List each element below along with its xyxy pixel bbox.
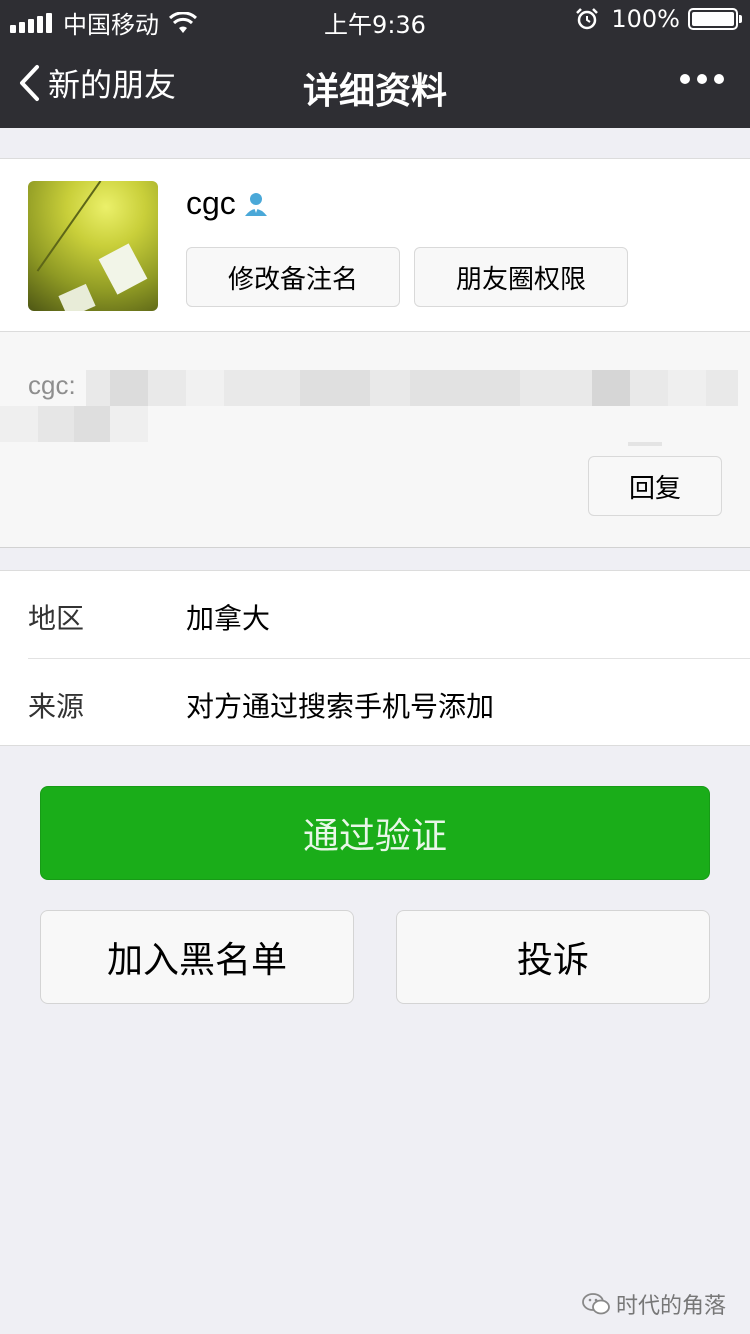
region-value: 加拿大 (186, 602, 271, 635)
info-list: 地区 加拿大 来源 对方通过搜索手机号添加 (0, 570, 750, 746)
info-row-source: 来源 对方通过搜索手机号添加 (0, 659, 750, 747)
source-label: 来源 (28, 690, 85, 723)
source-value: 对方通过搜索手机号添加 (186, 690, 495, 723)
verification-message: cgc: 回复 (0, 332, 750, 548)
avatar[interactable] (28, 181, 158, 311)
watermark: 时代的角落 (582, 1288, 726, 1320)
edit-remark-button[interactable]: 修改备注名 (186, 247, 400, 307)
more-icon[interactable] (673, 74, 724, 84)
moments-permission-button[interactable]: 朋友圈权限 (414, 247, 628, 307)
wechat-icon (582, 1293, 610, 1315)
watermark-text: 时代的角落 (615, 1294, 726, 1319)
page-title: 详细资料 (302, 71, 447, 112)
message-sender: cgc: (28, 370, 76, 400)
approve-verification-button[interactable]: 通过验证 (40, 786, 710, 880)
contact-name: cgc (186, 185, 236, 221)
reply-button[interactable]: 回复 (588, 456, 722, 516)
nav-bar: 新的朋友 详细资料 (0, 40, 750, 128)
status-bar: 中国移动 上午9:36 100% (0, 0, 750, 40)
clock: 上午9:36 (324, 11, 426, 39)
report-button[interactable]: 投诉 (396, 910, 710, 1004)
info-row-region: 地区 加拿大 (0, 571, 750, 659)
add-to-blacklist-button[interactable]: 加入黑名单 (40, 910, 354, 1004)
profile-card: cgc 修改备注名 朋友圈权限 (0, 158, 750, 332)
battery-percent: 100% (611, 5, 680, 33)
region-label: 地区 (28, 602, 85, 635)
alarm-icon (576, 8, 599, 30)
person-icon (244, 192, 267, 216)
battery-icon (688, 8, 742, 30)
